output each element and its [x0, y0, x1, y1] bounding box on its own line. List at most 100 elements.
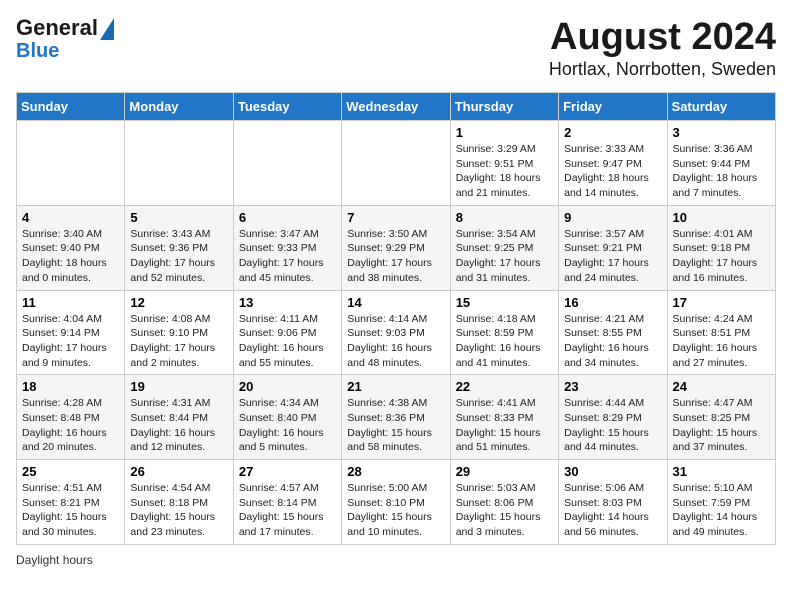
day-info: Sunrise: 5:06 AM Sunset: 8:03 PM Dayligh… [564, 481, 661, 540]
calendar-cell: 24 Sunrise: 4:47 AM Sunset: 8:25 PM Dayli… [667, 375, 775, 460]
day-number: 3 [673, 125, 770, 140]
calendar-cell: 21 Sunrise: 4:38 AM Sunset: 8:36 PM Dayli… [342, 375, 450, 460]
day-number: 5 [130, 210, 227, 225]
calendar-cell: 25 Sunrise: 4:51 AM Sunset: 8:21 PM Dayli… [17, 460, 125, 545]
calendar-cell [342, 121, 450, 206]
day-number: 17 [673, 295, 770, 310]
logo-triangle-icon [100, 18, 114, 40]
calendar-cell: 17Sunrise: 4:24 AM Sunset: 8:51 PM Dayli… [667, 290, 775, 375]
calendar-cell: 23 Sunrise: 4:44 AM Sunset: 8:29 PM Dayli… [559, 375, 667, 460]
calendar-day-header: Friday [559, 93, 667, 121]
day-info: Sunrise: 4:28 AM Sunset: 8:48 PM Dayligh… [22, 396, 119, 455]
day-number: 18 [22, 379, 119, 394]
day-info: Sunrise: 4:04 AM Sunset: 9:14 PM Dayligh… [22, 312, 119, 371]
calendar-cell: 27 Sunrise: 4:57 AM Sunset: 8:14 PM Dayli… [233, 460, 341, 545]
calendar-cell: 18 Sunrise: 4:28 AM Sunset: 8:48 PM Dayli… [17, 375, 125, 460]
day-info: Sunrise: 3:57 AM Sunset: 9:21 PM Dayligh… [564, 227, 661, 286]
calendar-day-header: Tuesday [233, 93, 341, 121]
day-info: Sunrise: 4:01 AM Sunset: 9:18 PM Dayligh… [673, 227, 770, 286]
day-info: Sunrise: 4:57 AM Sunset: 8:14 PM Dayligh… [239, 481, 336, 540]
day-number: 16 [564, 295, 661, 310]
day-number: 27 [239, 464, 336, 479]
calendar-cell: 31 Sunrise: 5:10 AM Sunset: 7:59 PM Dayli… [667, 460, 775, 545]
day-number: 12 [130, 295, 227, 310]
day-info: Sunrise: 5:10 AM Sunset: 7:59 PM Dayligh… [673, 481, 770, 540]
day-number: 10 [673, 210, 770, 225]
logo-text: General [16, 16, 114, 40]
calendar-cell [17, 121, 125, 206]
day-info: Sunrise: 4:21 AM Sunset: 8:55 PM Dayligh… [564, 312, 661, 371]
day-info: Sunrise: 4:44 AM Sunset: 8:29 PM Dayligh… [564, 396, 661, 455]
calendar-cell: 4 Sunrise: 3:40 AM Sunset: 9:40 PM Daylig… [17, 205, 125, 290]
day-info: Sunrise: 3:43 AM Sunset: 9:36 PM Dayligh… [130, 227, 227, 286]
day-number: 31 [673, 464, 770, 479]
day-info: Sunrise: 4:31 AM Sunset: 8:44 PM Dayligh… [130, 396, 227, 455]
day-number: 24 [673, 379, 770, 394]
day-number: 20 [239, 379, 336, 394]
calendar-cell: 26 Sunrise: 4:54 AM Sunset: 8:18 PM Dayli… [125, 460, 233, 545]
daylight-label: Daylight hours [16, 553, 93, 567]
day-info: Sunrise: 4:54 AM Sunset: 8:18 PM Dayligh… [130, 481, 227, 540]
day-number: 23 [564, 379, 661, 394]
calendar-day-header: Sunday [17, 93, 125, 121]
calendar-week-row: 18 Sunrise: 4:28 AM Sunset: 8:48 PM Dayli… [17, 375, 776, 460]
calendar-cell: 14Sunrise: 4:14 AM Sunset: 9:03 PM Dayli… [342, 290, 450, 375]
day-number: 30 [564, 464, 661, 479]
day-info: Sunrise: 4:47 AM Sunset: 8:25 PM Dayligh… [673, 396, 770, 455]
day-number: 6 [239, 210, 336, 225]
title-block: August 2024 Hortlax, Norrbotten, Sweden [549, 16, 776, 80]
day-number: 8 [456, 210, 553, 225]
day-number: 29 [456, 464, 553, 479]
day-number: 21 [347, 379, 444, 394]
day-number: 28 [347, 464, 444, 479]
day-info: Sunrise: 3:47 AM Sunset: 9:33 PM Dayligh… [239, 227, 336, 286]
calendar-day-header: Wednesday [342, 93, 450, 121]
day-number: 2 [564, 125, 661, 140]
day-info: Sunrise: 3:33 AM Sunset: 9:47 PM Dayligh… [564, 142, 661, 201]
day-number: 1 [456, 125, 553, 140]
day-info: Sunrise: 5:03 AM Sunset: 8:06 PM Dayligh… [456, 481, 553, 540]
calendar-cell: 10 Sunrise: 4:01 AM Sunset: 9:18 PM Dayli… [667, 205, 775, 290]
calendar-cell: 2 Sunrise: 3:33 AM Sunset: 9:47 PM Daylig… [559, 121, 667, 206]
calendar-cell: 1 Sunrise: 3:29 AM Sunset: 9:51 PM Daylig… [450, 121, 558, 206]
day-info: Sunrise: 3:40 AM Sunset: 9:40 PM Dayligh… [22, 227, 119, 286]
calendar-week-row: 1 Sunrise: 3:29 AM Sunset: 9:51 PM Daylig… [17, 121, 776, 206]
calendar-cell: 19 Sunrise: 4:31 AM Sunset: 8:44 PM Dayli… [125, 375, 233, 460]
calendar-day-header: Thursday [450, 93, 558, 121]
day-number: 9 [564, 210, 661, 225]
calendar-footer: Daylight hours [16, 553, 776, 567]
calendar-cell: 11Sunrise: 4:04 AM Sunset: 9:14 PM Dayli… [17, 290, 125, 375]
day-info: Sunrise: 4:11 AM Sunset: 9:06 PM Dayligh… [239, 312, 336, 371]
day-info: Sunrise: 4:18 AM Sunset: 8:59 PM Dayligh… [456, 312, 553, 371]
day-info: Sunrise: 3:29 AM Sunset: 9:51 PM Dayligh… [456, 142, 553, 201]
day-info: Sunrise: 3:36 AM Sunset: 9:44 PM Dayligh… [673, 142, 770, 201]
day-number: 14 [347, 295, 444, 310]
calendar-cell: 12 Sunrise: 4:08 AM Sunset: 9:10 PM Dayli… [125, 290, 233, 375]
calendar-cell: 13Sunrise: 4:11 AM Sunset: 9:06 PM Dayli… [233, 290, 341, 375]
calendar-title: August 2024 [549, 16, 776, 59]
day-number: 25 [22, 464, 119, 479]
calendar-table: SundayMondayTuesdayWednesdayThursdayFrid… [16, 92, 776, 545]
day-info: Sunrise: 4:51 AM Sunset: 8:21 PM Dayligh… [22, 481, 119, 540]
day-number: 15 [456, 295, 553, 310]
calendar-day-header: Monday [125, 93, 233, 121]
calendar-day-header: Saturday [667, 93, 775, 121]
calendar-week-row: 11Sunrise: 4:04 AM Sunset: 9:14 PM Dayli… [17, 290, 776, 375]
day-number: 22 [456, 379, 553, 394]
calendar-cell: 9 Sunrise: 3:57 AM Sunset: 9:21 PM Daylig… [559, 205, 667, 290]
calendar-cell: 20Sunrise: 4:34 AM Sunset: 8:40 PM Dayli… [233, 375, 341, 460]
day-info: Sunrise: 4:08 AM Sunset: 9:10 PM Dayligh… [130, 312, 227, 371]
day-info: Sunrise: 4:38 AM Sunset: 8:36 PM Dayligh… [347, 396, 444, 455]
day-number: 26 [130, 464, 227, 479]
day-number: 7 [347, 210, 444, 225]
calendar-cell: 7Sunrise: 3:50 AM Sunset: 9:29 PM Daylig… [342, 205, 450, 290]
day-number: 4 [22, 210, 119, 225]
calendar-cell: 3 Sunrise: 3:36 AM Sunset: 9:44 PM Daylig… [667, 121, 775, 206]
calendar-cell: 6 Sunrise: 3:47 AM Sunset: 9:33 PM Daylig… [233, 205, 341, 290]
calendar-cell: 22Sunrise: 4:41 AM Sunset: 8:33 PM Dayli… [450, 375, 558, 460]
calendar-week-row: 4 Sunrise: 3:40 AM Sunset: 9:40 PM Daylig… [17, 205, 776, 290]
day-number: 19 [130, 379, 227, 394]
calendar-subtitle: Hortlax, Norrbotten, Sweden [549, 59, 776, 80]
calendar-header-row: SundayMondayTuesdayWednesdayThursdayFrid… [17, 93, 776, 121]
day-info: Sunrise: 5:00 AM Sunset: 8:10 PM Dayligh… [347, 481, 444, 540]
